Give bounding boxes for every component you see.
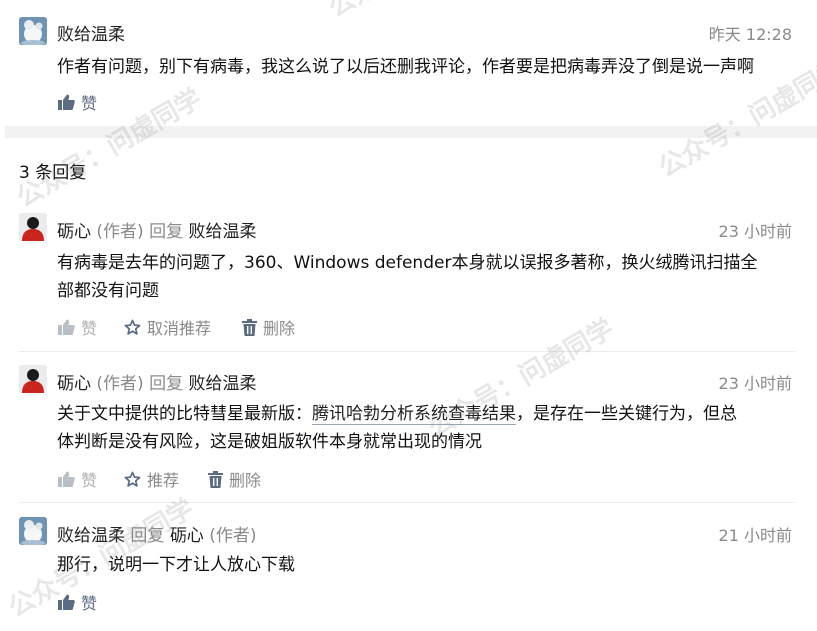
watermark: 公众号：问虚同学 xyxy=(11,83,207,214)
like-label: 赞 xyxy=(81,94,98,113)
divider xyxy=(19,351,795,352)
avatar[interactable] xyxy=(19,365,47,393)
comment-content: 作者有问题，别下有病毒，我这么说了以后还删我评论，作者要是把病毒弄没了倒是说一声… xyxy=(57,57,754,77)
reply-author[interactable]: 砺心 xyxy=(57,222,91,242)
reply-time: 21 小时前 xyxy=(718,526,792,545)
reply-time: 23 小时前 xyxy=(718,374,792,393)
avatar[interactable] xyxy=(19,517,47,545)
avatar-author-icon xyxy=(19,365,47,393)
like-label: 赞 xyxy=(81,594,98,613)
avatar[interactable] xyxy=(19,213,47,241)
avatar-author-icon xyxy=(19,213,47,241)
thumbs-up-icon xyxy=(58,319,75,335)
like-label: 赞 xyxy=(81,471,98,490)
recommend-button[interactable]: 推荐 xyxy=(124,467,179,491)
author-badge: (作者) xyxy=(96,374,144,394)
reply-content: 关于文中提供的比特彗星最新版：腾讯哈勃分析系统查毒结果，是存在一些关键行为，但总… xyxy=(57,404,737,452)
reply-time: 23 小时前 xyxy=(718,222,792,241)
trash-icon xyxy=(208,470,223,488)
delete-button[interactable]: 删除 xyxy=(242,315,295,339)
thumbs-up-icon xyxy=(58,471,75,487)
like-button[interactable]: 赞 xyxy=(58,315,97,339)
avatar[interactable] xyxy=(19,17,47,45)
like-button[interactable]: 赞 xyxy=(58,467,97,491)
like-button[interactable]: 赞 xyxy=(58,90,97,114)
star-icon xyxy=(124,319,141,335)
reply-header: 砺心 (作者) 回复 败给温柔 xyxy=(57,217,256,242)
reply-target[interactable]: 败给温柔 xyxy=(188,374,256,394)
recommend-label: 推荐 xyxy=(147,471,180,490)
reply-header: 砺心 (作者) 回复 败给温柔 xyxy=(57,369,256,394)
thumbs-up-icon xyxy=(58,94,75,110)
avatar-mascot-icon xyxy=(19,17,47,45)
watermark: 公众号：问虚同学 xyxy=(321,0,520,25)
recommend-label: 取消推荐 xyxy=(147,319,212,338)
comment-author[interactable]: 败给温柔 xyxy=(57,20,125,45)
reply-content: 有病毒是去年的问题了，360、Windows defender本身就以误报多著称… xyxy=(57,253,758,301)
delete-button[interactable]: 删除 xyxy=(208,467,261,491)
comment-time: 昨天 12:28 xyxy=(708,25,792,44)
author-badge: (作者) xyxy=(96,222,144,242)
star-icon xyxy=(124,471,141,487)
reply-word: 回复 xyxy=(149,222,184,242)
author-badge: (作者) xyxy=(209,526,257,546)
reply-target[interactable]: 败给温柔 xyxy=(188,222,256,242)
avatar-mascot-icon xyxy=(19,517,47,545)
delete-label: 删除 xyxy=(229,471,262,490)
like-label: 赞 xyxy=(81,319,98,338)
recommend-button[interactable]: 取消推荐 xyxy=(124,315,211,339)
reply-word: 回复 xyxy=(149,374,184,394)
reply-author[interactable]: 砺心 xyxy=(57,374,91,394)
delete-label: 删除 xyxy=(263,319,296,338)
trash-icon xyxy=(242,318,257,336)
divider xyxy=(19,502,795,503)
